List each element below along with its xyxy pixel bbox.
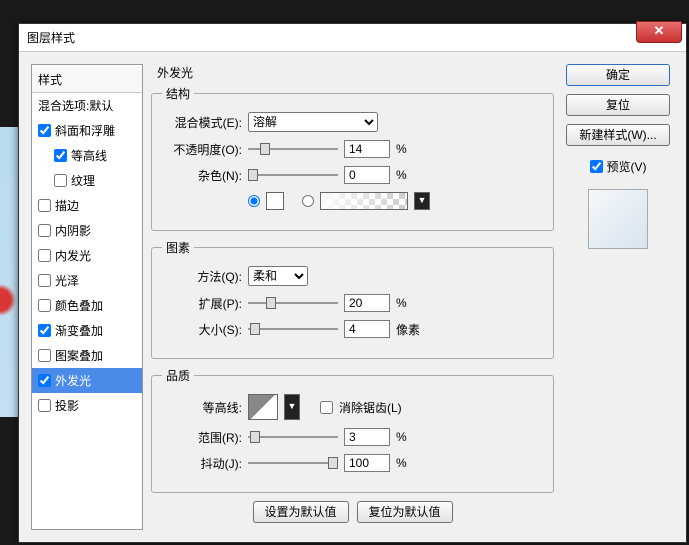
- style-item[interactable]: 等高线: [32, 143, 142, 168]
- styles-list: 样式 混合选项:默认斜面和浮雕等高线纹理描边内阴影内发光光泽颜色叠加渐变叠加图案…: [31, 64, 143, 530]
- style-item[interactable]: 纹理: [32, 168, 142, 193]
- preview-thumbnail: [588, 189, 648, 249]
- style-item[interactable]: 斜面和浮雕: [32, 118, 142, 143]
- quality-group: 品质 等高线: ▼ 消除锯齿(L) 范围(R): % 抖动(J):: [151, 367, 554, 493]
- jitter-input[interactable]: [344, 454, 390, 472]
- spread-input[interactable]: [344, 294, 390, 312]
- spread-slider[interactable]: [248, 295, 338, 311]
- style-label: 混合选项:默认: [38, 97, 113, 114]
- style-item[interactable]: 描边: [32, 193, 142, 218]
- layer-style-dialog: 图层样式 ✕ 样式 混合选项:默认斜面和浮雕等高线纹理描边内阴影内发光光泽颜色叠…: [18, 23, 687, 543]
- jitter-label: 抖动(J):: [162, 455, 242, 472]
- size-slider[interactable]: [248, 321, 338, 337]
- jitter-slider[interactable]: [248, 455, 338, 471]
- style-label: 渐变叠加: [55, 322, 103, 339]
- range-label: 范围(R):: [162, 429, 242, 446]
- quality-legend: 品质: [162, 367, 194, 384]
- size-input[interactable]: [344, 320, 390, 338]
- window-title: 图层样式: [27, 29, 75, 46]
- contour-label: 等高线:: [162, 399, 242, 416]
- noise-label: 杂色(N):: [162, 167, 242, 184]
- cancel-button[interactable]: 复位: [566, 94, 670, 116]
- style-checkbox[interactable]: [38, 374, 51, 387]
- styles-header: 样式: [32, 67, 142, 93]
- range-input[interactable]: [344, 428, 390, 446]
- contour-picker[interactable]: [248, 394, 278, 420]
- elements-group: 图素 方法(Q): 柔和 扩展(P): % 大小(S):: [151, 239, 554, 359]
- style-label: 内阴影: [55, 222, 91, 239]
- style-label: 图案叠加: [55, 347, 103, 364]
- style-checkbox[interactable]: [38, 399, 51, 412]
- method-label: 方法(Q):: [162, 268, 242, 285]
- style-checkbox[interactable]: [38, 274, 51, 287]
- method-select[interactable]: 柔和: [248, 266, 308, 286]
- style-checkbox[interactable]: [38, 249, 51, 262]
- style-label: 纹理: [71, 172, 95, 189]
- noise-slider[interactable]: [248, 167, 338, 183]
- set-default-button[interactable]: 设置为默认值: [253, 501, 349, 523]
- style-item[interactable]: 内发光: [32, 243, 142, 268]
- pct-label: %: [396, 142, 407, 156]
- gradient-dropdown-icon[interactable]: ▼: [414, 192, 430, 210]
- style-item[interactable]: 投影: [32, 393, 142, 418]
- pct-label: %: [396, 456, 407, 470]
- style-item[interactable]: 光泽: [32, 268, 142, 293]
- close-button[interactable]: ✕: [636, 21, 682, 43]
- antialias-label: 消除锯齿(L): [339, 399, 402, 416]
- blend-mode-select[interactable]: 溶解: [248, 112, 378, 132]
- size-label: 大小(S):: [162, 321, 242, 338]
- structure-legend: 结构: [162, 85, 194, 102]
- opacity-label: 不透明度(O):: [162, 141, 242, 158]
- spread-label: 扩展(P):: [162, 295, 242, 312]
- style-label: 斜面和浮雕: [55, 122, 115, 139]
- noise-input[interactable]: [344, 166, 390, 184]
- style-item[interactable]: 外发光: [32, 368, 142, 393]
- gradient-radio[interactable]: [302, 195, 314, 207]
- style-checkbox[interactable]: [38, 224, 51, 237]
- style-checkbox[interactable]: [38, 199, 51, 212]
- style-checkbox[interactable]: [54, 174, 67, 187]
- style-item[interactable]: 图案叠加: [32, 343, 142, 368]
- style-label: 描边: [55, 197, 79, 214]
- titlebar: 图层样式 ✕: [19, 24, 686, 52]
- structure-group: 结构 混合模式(E): 溶解 不透明度(O): % 杂色(N):: [151, 85, 554, 231]
- antialias-checkbox[interactable]: [320, 401, 333, 414]
- reset-default-button[interactable]: 复位为默认值: [357, 501, 453, 523]
- contour-dropdown-icon[interactable]: ▼: [284, 394, 300, 420]
- opacity-slider[interactable]: [248, 141, 338, 157]
- style-checkbox[interactable]: [54, 149, 67, 162]
- style-item[interactable]: 颜色叠加: [32, 293, 142, 318]
- opacity-input[interactable]: [344, 140, 390, 158]
- preview-checkbox[interactable]: [590, 160, 603, 173]
- style-label: 等高线: [71, 147, 107, 164]
- effect-settings: 外发光 结构 混合模式(E): 溶解 不透明度(O): % 杂色(N):: [151, 64, 554, 530]
- pct-label: %: [396, 168, 407, 182]
- style-label: 内发光: [55, 247, 91, 264]
- style-label: 投影: [55, 397, 79, 414]
- blend-mode-label: 混合模式(E):: [162, 114, 242, 131]
- style-checkbox[interactable]: [38, 299, 51, 312]
- gradient-preview[interactable]: [320, 192, 408, 210]
- range-slider[interactable]: [248, 429, 338, 445]
- style-label: 颜色叠加: [55, 297, 103, 314]
- ok-button[interactable]: 确定: [566, 64, 670, 86]
- color-radio[interactable]: [248, 195, 260, 207]
- style-checkbox[interactable]: [38, 124, 51, 137]
- new-style-button[interactable]: 新建样式(W)...: [566, 124, 670, 146]
- pct-label: %: [396, 430, 407, 444]
- style-checkbox[interactable]: [38, 349, 51, 362]
- elements-legend: 图素: [162, 239, 194, 256]
- size-unit-label: 像素: [396, 321, 420, 338]
- dialog-buttons: 确定 复位 新建样式(W)... 预览(V): [562, 64, 674, 530]
- style-checkbox[interactable]: [38, 324, 51, 337]
- style-item[interactable]: 内阴影: [32, 218, 142, 243]
- color-swatch[interactable]: [266, 192, 284, 210]
- panel-title: 外发光: [151, 64, 554, 81]
- style-label: 外发光: [55, 372, 91, 389]
- preview-label: 预览(V): [607, 158, 647, 175]
- style-item[interactable]: 混合选项:默认: [32, 93, 142, 118]
- pct-label: %: [396, 296, 407, 310]
- style-label: 光泽: [55, 272, 79, 289]
- style-item[interactable]: 渐变叠加: [32, 318, 142, 343]
